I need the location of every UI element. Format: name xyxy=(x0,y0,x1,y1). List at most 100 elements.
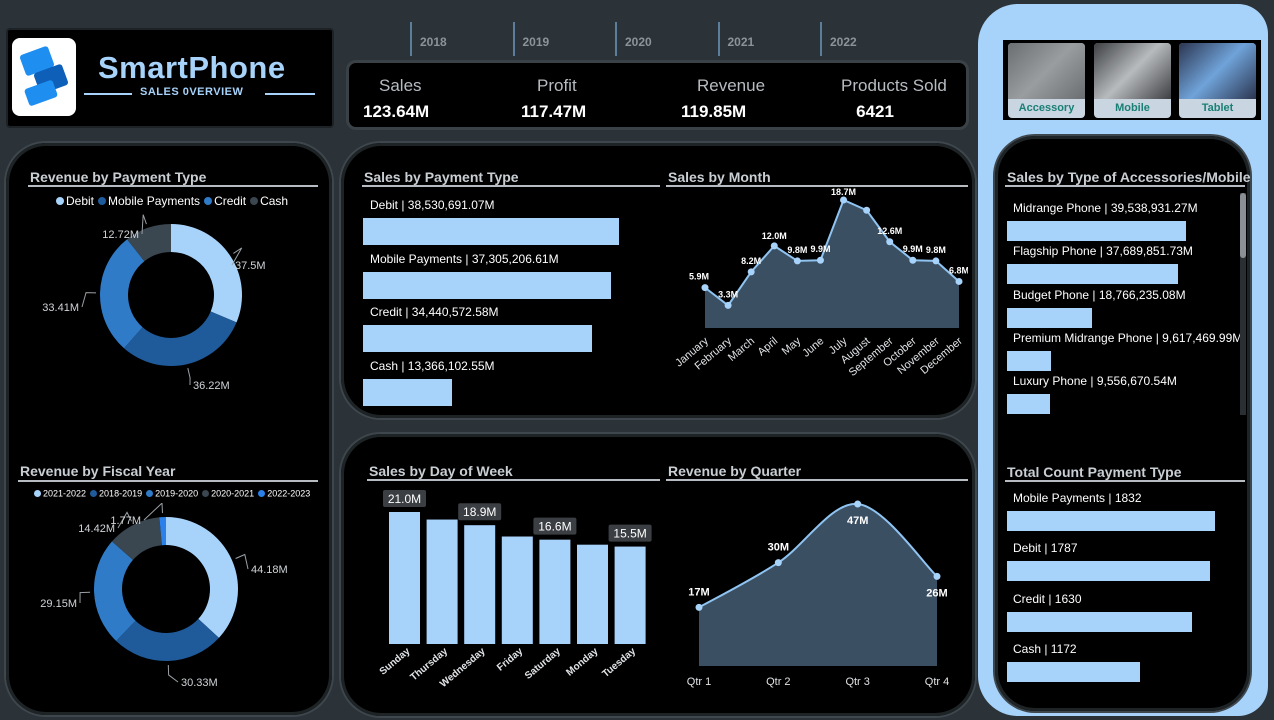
axis-tick-label: May xyxy=(780,335,804,358)
data-label: 9.9M xyxy=(903,244,923,254)
donut-label: 12.72M xyxy=(102,229,139,241)
bar[interactable] xyxy=(501,536,533,644)
bar[interactable] xyxy=(464,525,496,644)
bar[interactable] xyxy=(426,519,458,644)
donut-slice[interactable] xyxy=(124,311,237,366)
accessory-bar[interactable] xyxy=(1007,264,1178,285)
accessory-bar[interactable] xyxy=(1007,221,1186,241)
data-point[interactable] xyxy=(854,500,862,508)
data-point[interactable] xyxy=(955,277,963,285)
data-point[interactable] xyxy=(840,196,848,204)
donut-slice[interactable] xyxy=(166,517,238,638)
axis-tick-label: April xyxy=(756,335,781,358)
year-divider xyxy=(410,22,412,56)
data-label: 30M xyxy=(768,542,789,554)
data-point[interactable] xyxy=(933,572,941,580)
axis-tick-label: June xyxy=(800,335,826,360)
year-option-2019[interactable]: 2019 xyxy=(523,35,550,49)
year-option-2022[interactable]: 2022 xyxy=(830,35,857,49)
revenue-fiscal-donut: 44.18M30.33M29.15M14.42M1.77M xyxy=(40,503,288,689)
bar[interactable] xyxy=(614,546,646,644)
category-mobile[interactable]: Mobile xyxy=(1094,43,1171,118)
kpi-label: Products Sold xyxy=(841,76,947,95)
payment-count-bar[interactable] xyxy=(1007,611,1193,632)
data-point[interactable] xyxy=(886,238,894,246)
logo-icon xyxy=(12,38,76,116)
data-point[interactable] xyxy=(747,268,755,276)
donut-slice[interactable] xyxy=(116,618,219,661)
accessory-bar[interactable] xyxy=(1007,350,1051,371)
kpi-label: Revenue xyxy=(697,76,766,95)
legend-item: Cash xyxy=(250,193,288,208)
data-point[interactable] xyxy=(909,256,917,264)
sales-payment-bar[interactable] xyxy=(363,325,592,352)
accessory-bar[interactable] xyxy=(1007,394,1051,415)
donut-slice[interactable] xyxy=(171,224,242,323)
bar[interactable] xyxy=(539,539,571,644)
data-label: 17M xyxy=(688,586,709,598)
sales-payment-bar[interactable] xyxy=(363,218,619,245)
data-point[interactable] xyxy=(932,257,940,265)
bar[interactable] xyxy=(577,544,608,644)
data-point[interactable] xyxy=(774,559,782,567)
kpi-value: 123.64M xyxy=(363,102,430,121)
sales-payment-label: Credit | 34,440,572.58M xyxy=(370,305,499,319)
kpi-value: 119.85M xyxy=(681,102,747,121)
data-label: 8.2M xyxy=(741,256,761,266)
data-point[interactable] xyxy=(816,256,824,264)
axis-tick-label: Tuesday xyxy=(600,646,638,680)
scrollbar-thumb[interactable] xyxy=(1240,193,1246,258)
revenue-quarter-chart: 17M Qtr 1 30M Qtr 2 47M Qtr 3 26M Qtr 4 xyxy=(687,500,949,688)
donut-label: 30.33M xyxy=(181,677,218,689)
title-underline xyxy=(666,185,968,187)
brand-rule-right xyxy=(265,93,315,95)
year-option-2020[interactable]: 2020 xyxy=(625,35,652,49)
revenue-payment-donut: 37.5M 36.22M 33.41M 12.72M xyxy=(42,214,266,392)
category-label: Accessory xyxy=(1018,102,1075,114)
bar[interactable] xyxy=(389,512,420,644)
sales-payment-bar[interactable] xyxy=(363,271,611,299)
sales-payment-bar[interactable] xyxy=(363,378,452,406)
accessory-bar[interactable] xyxy=(1007,307,1092,328)
payment-count-bar[interactable] xyxy=(1007,561,1210,582)
category-tablet[interactable]: Tablet xyxy=(1179,43,1256,118)
leader-line xyxy=(187,367,191,386)
brand-subtitle: SALES 0VERVIEW xyxy=(140,86,244,98)
donut-slice[interactable] xyxy=(100,239,145,349)
donut-label: 29.15M xyxy=(40,598,77,610)
year-option-2021[interactable]: 2021 xyxy=(728,35,755,49)
data-point[interactable] xyxy=(793,257,801,265)
donut-label: 36.22M xyxy=(193,380,230,392)
payment-count-bar[interactable] xyxy=(1007,511,1215,531)
data-point[interactable] xyxy=(863,206,871,214)
data-label: 9.9M xyxy=(810,244,830,254)
axis-tick-label: Qtr 4 xyxy=(925,676,949,688)
year-option-2018[interactable]: 2018 xyxy=(420,35,447,49)
category-accessory[interactable]: Accessory xyxy=(1008,43,1085,118)
sales-payment-label: Mobile Payments | 37,305,206.61M xyxy=(370,251,559,266)
payment-count-bar[interactable] xyxy=(1007,661,1141,682)
title-underline xyxy=(666,479,968,481)
leader-line xyxy=(235,553,249,570)
data-point[interactable] xyxy=(695,603,703,611)
accessory-label: Budget Phone | 18,766,235.08M xyxy=(1013,287,1186,302)
axis-tick-label: Friday xyxy=(495,646,525,674)
data-point[interactable] xyxy=(770,242,778,250)
data-point[interactable] xyxy=(701,284,709,292)
payment-count-title: Total Count Payment Type xyxy=(1007,464,1182,480)
legend-item: 2020-2021 xyxy=(202,488,254,499)
year-divider xyxy=(820,22,822,56)
accessory-label: Premium Midrange Phone | 9,617,469.99M xyxy=(1013,330,1243,345)
kpi-value: 117.47M xyxy=(521,102,587,121)
brand-title: SmartPhone xyxy=(98,50,286,85)
kpi-label: Profit xyxy=(537,76,577,95)
accessory-label: Luxury Phone | 9,556,670.54M xyxy=(1013,374,1177,389)
kpi-strip: Sales 123.64M Profit 117.47M Revenue 119.85M P… xyxy=(346,60,969,130)
axis-tick-label: Sunday xyxy=(378,646,413,678)
payment-count-label: Mobile Payments | 1832 xyxy=(1013,491,1142,505)
data-label: 3.3M xyxy=(718,289,738,299)
year-divider xyxy=(717,22,720,56)
leader-line xyxy=(167,664,179,683)
data-point[interactable] xyxy=(724,301,732,309)
sales-dow-title: Sales by Day of Week xyxy=(369,463,513,479)
